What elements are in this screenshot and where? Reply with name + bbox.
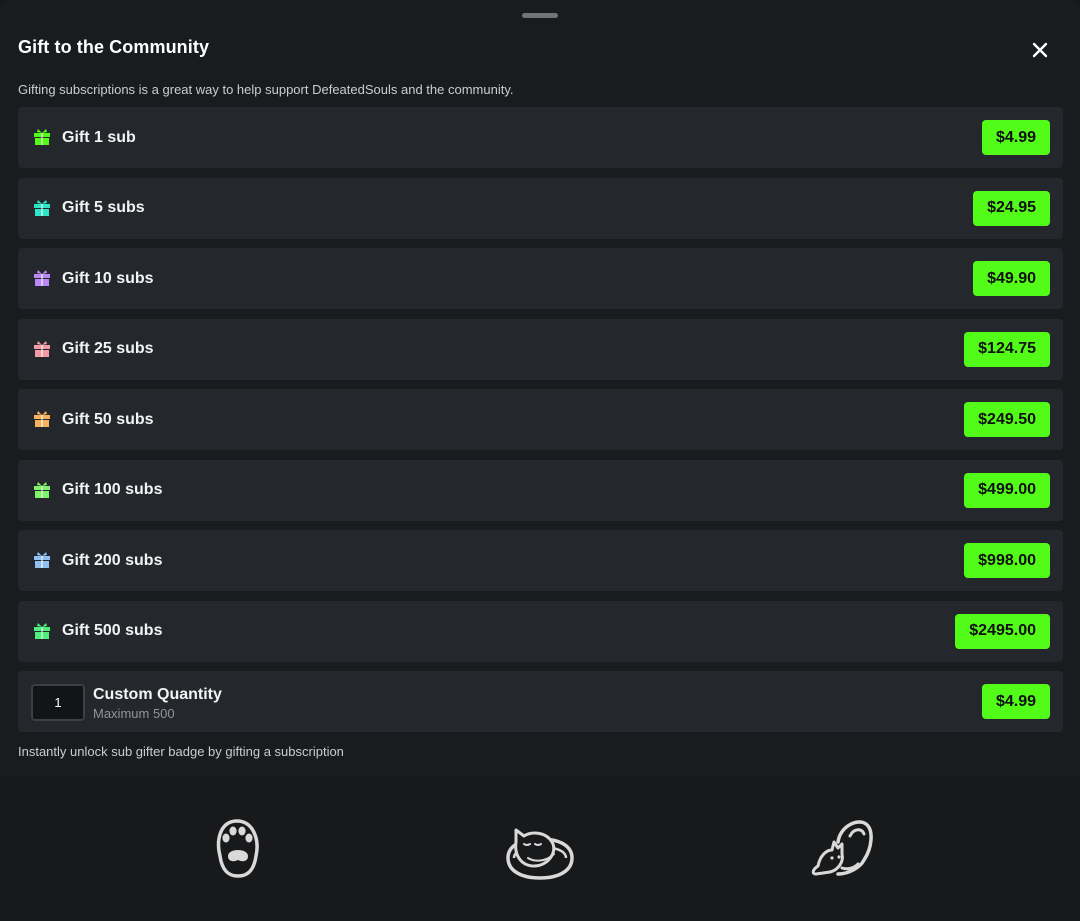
sleeping-cat-icon	[506, 828, 574, 880]
gift-icon	[34, 552, 50, 568]
gift-price-button[interactable]: $24.95	[973, 190, 1050, 226]
nav-sleeping-cat-button[interactable]	[504, 812, 576, 884]
gift-price-button[interactable]: $124.75	[964, 331, 1050, 367]
gift-option-row[interactable]: Gift 25 subs $124.75	[18, 318, 1063, 380]
gift-icon	[34, 270, 50, 286]
custom-quantity-max: Maximum 500	[93, 706, 175, 721]
quantity-input[interactable]	[31, 684, 85, 721]
gift-option-label: Gift 10 subs	[62, 269, 154, 287]
gift-price-button[interactable]: $49.90	[973, 261, 1050, 296]
gift-price-button[interactable]: $499.00	[964, 472, 1050, 508]
gift-options-list: Gift 1 sub $4.99 Gift 5 subs $24.95 Gift 10 …	[18, 107, 1063, 732]
bottom-nav	[0, 776, 1080, 921]
gift-option-row[interactable]: Gift 200 subs $998.00	[18, 530, 1063, 591]
gift-option-label: Gift 25 subs	[62, 340, 154, 357]
paw-icon	[216, 819, 259, 878]
gift-price-button[interactable]: $2495.00	[955, 613, 1050, 649]
modal-title: Gift to the Community	[18, 37, 210, 57]
gift-price-button[interactable]: $249.50	[964, 402, 1050, 437]
gift-icon	[34, 129, 50, 145]
gift-icon	[34, 411, 50, 427]
gift-option-label: Gift 200 subs	[62, 551, 163, 569]
modal-description: Gifting subscriptions is a great way to …	[18, 82, 514, 97]
nav-paw-button[interactable]	[202, 812, 274, 884]
gift-option-label: Gift 5 subs	[62, 199, 145, 216]
gift-icon	[34, 340, 50, 357]
gift-icon	[34, 622, 50, 639]
custom-quantity-row: Custom Quantity Maximum 500 $4.99	[18, 671, 1063, 732]
gift-icon	[34, 199, 50, 216]
gift-option-row[interactable]: Gift 50 subs $249.50	[18, 389, 1063, 450]
gift-price-button[interactable]: $998.00	[964, 543, 1050, 578]
close-button[interactable]	[1026, 36, 1054, 64]
gift-icon	[34, 481, 50, 498]
gift-option-label: Gift 50 subs	[62, 410, 154, 428]
gifter-badge-note: Instantly unlock sub gifter badge by gif…	[18, 744, 344, 759]
gift-option-row[interactable]: Gift 5 subs $24.95	[18, 177, 1063, 239]
gift-option-row[interactable]: Gift 500 subs $2495.00	[18, 600, 1063, 662]
gift-price-button[interactable]: $4.99	[981, 120, 1050, 155]
gift-option-label: Gift 100 subs	[62, 481, 163, 498]
drag-handle[interactable]	[522, 13, 558, 18]
gift-option-row[interactable]: Gift 100 subs $499.00	[18, 459, 1063, 521]
gift-option-row[interactable]: Gift 10 subs $49.90	[18, 248, 1063, 309]
custom-quantity-title: Custom Quantity	[93, 686, 222, 703]
nav-stretching-cat-button[interactable]	[808, 812, 880, 884]
gift-option-label: Gift 500 subs	[62, 622, 163, 639]
gift-modal: Gift to the Community Gifting subscripti…	[0, 0, 1080, 776]
custom-price-button[interactable]: $4.99	[981, 684, 1050, 719]
gift-option-row[interactable]: Gift 1 sub $4.99	[18, 107, 1063, 168]
close-icon	[1032, 42, 1048, 58]
gift-option-label: Gift 1 sub	[62, 128, 136, 146]
stretching-cat-icon	[811, 820, 873, 876]
